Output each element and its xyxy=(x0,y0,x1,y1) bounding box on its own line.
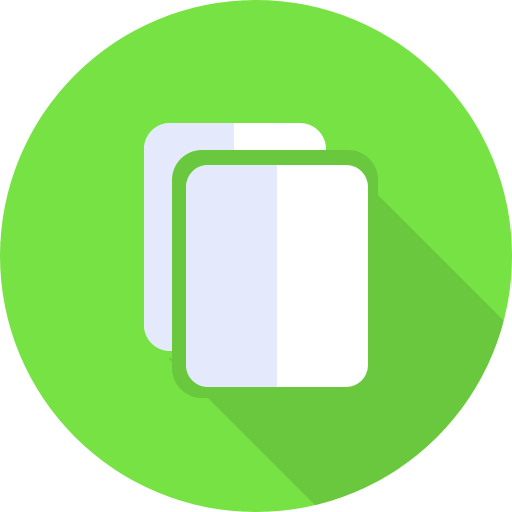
front-page-icon xyxy=(186,165,368,387)
copy-documents-icon xyxy=(0,0,512,512)
copy-icon-canvas xyxy=(0,0,512,512)
